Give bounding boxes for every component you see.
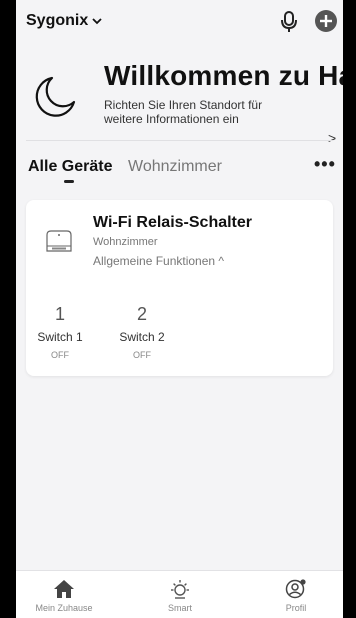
home-name-label: Sygonix bbox=[26, 12, 89, 29]
tab-wohnzimmer[interactable]: Wohnzimmer bbox=[128, 158, 222, 176]
profile-icon bbox=[285, 579, 306, 599]
nav-profil[interactable]: Profil bbox=[256, 579, 336, 613]
welcome-subtitle: Richten Sie Ihren Standort für weitere I… bbox=[104, 98, 263, 126]
app-screen: Sygonix Willkommen zu Ha... Richten Sie … bbox=[16, 0, 343, 618]
top-bar: Sygonix bbox=[16, 0, 343, 44]
microphone-icon[interactable] bbox=[278, 9, 300, 33]
home-icon bbox=[54, 580, 74, 598]
nav-smart[interactable]: Smart bbox=[140, 579, 220, 613]
nav-label-home: Mein Zuhause bbox=[35, 603, 93, 613]
sun-icon bbox=[171, 580, 189, 599]
chevron-down-icon bbox=[92, 18, 102, 25]
welcome-title: Willkommen zu Ha... bbox=[104, 60, 343, 91]
switch-1-icon: 1 bbox=[54, 304, 65, 324]
switch-2-state: OFF bbox=[133, 350, 151, 360]
divider bbox=[26, 140, 333, 141]
functions-toggle[interactable]: Allgemeine Funktionen ^ bbox=[93, 254, 224, 268]
home-selector[interactable]: Sygonix bbox=[26, 12, 102, 30]
device-name: Wi-Fi Relais-Schalter bbox=[93, 214, 253, 231]
tab-all-devices[interactable]: Alle Geräte bbox=[28, 158, 112, 176]
tab-active-indicator bbox=[64, 180, 74, 183]
switch-1-state: OFF bbox=[51, 350, 69, 360]
nav-mein-zuhause[interactable]: Mein Zuhause bbox=[24, 579, 104, 613]
more-icon[interactable]: ••• bbox=[314, 154, 336, 175]
bottom-navigation: Mein Zuhause Smart Profil bbox=[16, 570, 343, 618]
switch-2-label: Switch 2 bbox=[119, 330, 165, 344]
device-room: Wohnzimmer bbox=[93, 236, 158, 248]
room-tabs: Alle Geräte Wohnzimmer ••• bbox=[16, 152, 343, 186]
relay-device-icon bbox=[46, 230, 72, 252]
switch-1-button[interactable]: 1 Switch 1 OFF bbox=[28, 304, 92, 360]
moon-icon bbox=[35, 76, 76, 117]
nav-label-profil: Profil bbox=[285, 603, 307, 613]
welcome-banner[interactable]: Willkommen zu Ha... Richten Sie Ihren St… bbox=[16, 56, 343, 146]
chevron-right-icon[interactable]: > bbox=[328, 130, 336, 146]
add-icon[interactable] bbox=[314, 9, 338, 33]
switch-2-icon: 2 bbox=[136, 304, 147, 324]
nav-label-smart: Smart bbox=[167, 603, 192, 613]
switch-2-button[interactable]: 2 Switch 2 OFF bbox=[110, 304, 174, 360]
device-card[interactable]: Wi-Fi Relais-Schalter Wohnzimmer Allgeme… bbox=[26, 200, 333, 376]
switch-1-label: Switch 1 bbox=[37, 330, 83, 344]
